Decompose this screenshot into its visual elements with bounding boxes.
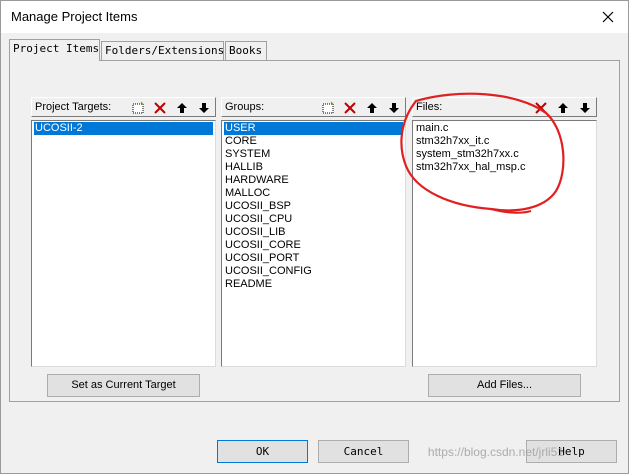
add-files-button[interactable]: Add Files...: [428, 374, 581, 397]
tab-books[interactable]: Books: [225, 41, 267, 60]
tab-folders-extensions[interactable]: Folders/Extensions: [101, 41, 224, 60]
new-group-button[interactable]: [318, 99, 338, 116]
tab-project-items[interactable]: Project Items: [9, 39, 100, 61]
delete-group-button[interactable]: [340, 99, 360, 116]
group-list-item[interactable]: UCOSII_PORT: [224, 252, 403, 265]
group-list-item[interactable]: UCOSII_CONFIG: [224, 265, 403, 278]
group-list-item[interactable]: UCOSII_CPU: [224, 213, 403, 226]
arrow-up-icon: [177, 102, 187, 113]
group-list-item[interactable]: UCOSII_CORE: [224, 239, 403, 252]
groups-label: Groups:: [225, 101, 265, 113]
cancel-button[interactable]: Cancel: [318, 440, 409, 463]
window-title: Manage Project Items: [11, 9, 138, 24]
group-list-item[interactable]: HARDWARE: [224, 174, 403, 187]
group-list-item[interactable]: MALLOC: [224, 187, 403, 200]
red-annotation-circle-icon: [400, 92, 565, 214]
group-list-item[interactable]: README: [224, 278, 403, 291]
target-list-item[interactable]: UCOSII-2: [34, 122, 213, 135]
groups-header: Groups:: [221, 97, 406, 117]
move-target-up-button[interactable]: [172, 99, 192, 116]
group-list-item[interactable]: CORE: [224, 135, 403, 148]
arrow-down-icon: [580, 102, 590, 113]
group-list-item[interactable]: UCOSII_BSP: [224, 200, 403, 213]
delete-icon: [154, 101, 166, 114]
group-list-item[interactable]: SYSTEM: [224, 148, 403, 161]
ok-button[interactable]: OK: [217, 440, 308, 463]
delete-target-button[interactable]: [150, 99, 170, 116]
new-target-button[interactable]: [128, 99, 148, 116]
targets-label: Project Targets:: [35, 101, 112, 113]
group-list-item[interactable]: HALLIB: [224, 161, 403, 174]
set-current-target-button[interactable]: Set as Current Target: [47, 374, 200, 397]
close-button[interactable]: [588, 1, 628, 33]
groups-list[interactable]: USER CORE SYSTEM HALLIB HARDWARE MALLOC UCOSII…: [221, 120, 406, 367]
arrow-down-icon: [199, 102, 209, 113]
new-item-icon: [322, 101, 334, 113]
watermark: https://blog.csdn.net/jrli51: [427, 445, 564, 459]
move-target-down-button[interactable]: [194, 99, 214, 116]
move-file-down-button[interactable]: [575, 99, 595, 116]
group-list-item[interactable]: UCOSII_LIB: [224, 226, 403, 239]
close-icon: [602, 11, 614, 23]
manage-project-items-dialog: Manage Project Items Project Items Folde…: [0, 0, 629, 474]
title-bar: Manage Project Items: [1, 1, 628, 33]
group-list-item[interactable]: USER: [224, 122, 403, 135]
targets-list[interactable]: UCOSII-2: [31, 120, 216, 367]
new-item-icon: [132, 101, 144, 113]
targets-header: Project Targets:: [31, 97, 216, 117]
delete-icon: [344, 101, 356, 114]
move-group-up-button[interactable]: [362, 99, 382, 116]
arrow-up-icon: [367, 102, 377, 113]
